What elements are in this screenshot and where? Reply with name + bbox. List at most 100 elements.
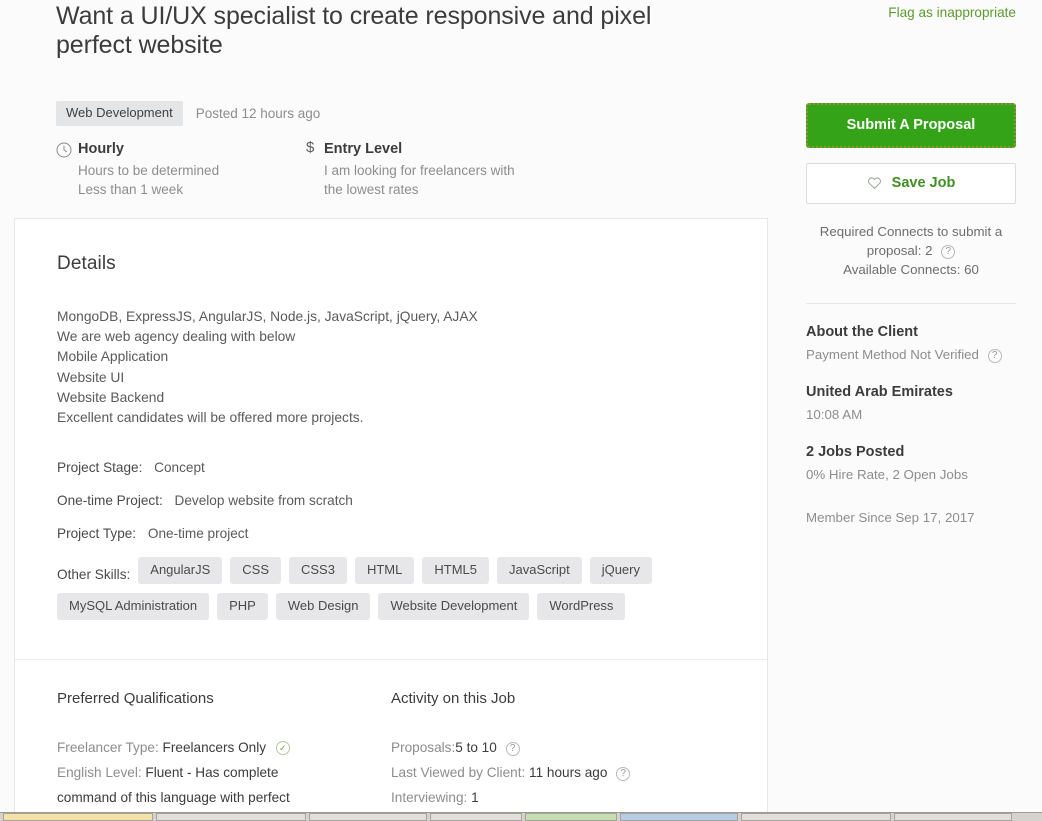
last-viewed-row: Last Viewed by Client: 11 hours ago ?	[391, 760, 725, 785]
interviewing-label: Interviewing:	[391, 790, 467, 805]
description-line: MongoDB, ExpressJS, AngularJS, Node.js, …	[57, 307, 725, 327]
attribute-project-stage: Project Stage: Concept	[57, 458, 725, 477]
last-viewed-value: 11 hours ago	[529, 765, 607, 780]
job-sidebar: Flag as inappropriate Submit A Proposal …	[806, 0, 1016, 527]
client-location-block: United Arab Emirates 10:08 AM	[806, 383, 1016, 424]
client-local-time: 10:08 AM	[806, 405, 1016, 424]
client-hire-rate: 0% Hire Rate, 2 Open Jobs	[806, 465, 1016, 484]
taskbar-item[interactable]	[309, 813, 427, 821]
flag-as-inappropriate-link[interactable]: Flag as inappropriate	[806, 0, 1016, 20]
connects-available: Available Connects: 60	[806, 260, 1016, 279]
skill-tag[interactable]: PHP	[217, 593, 268, 620]
verified-check-icon: ✓	[276, 741, 290, 755]
job-meta-row: Web Development Posted 12 hours ago	[0, 101, 320, 126]
attribute-label: Project Stage:	[57, 460, 142, 475]
skill-tag[interactable]: HTML5	[422, 557, 489, 584]
skill-tag[interactable]: CSS3	[289, 557, 347, 584]
last-viewed-label: Last Viewed by Client:	[391, 765, 525, 780]
attribute-value: One-time project	[148, 526, 248, 541]
category-tag[interactable]: Web Development	[56, 101, 183, 126]
heart-icon	[867, 176, 882, 190]
freelancer-type-label: Freelancer Type:	[57, 740, 159, 755]
taskbar-item[interactable]	[156, 813, 306, 821]
job-facts: Hourly Hours to be determined Less than …	[56, 140, 716, 199]
skill-tag[interactable]: WordPress	[537, 593, 625, 620]
details-heading: Details	[57, 253, 725, 275]
skill-tag[interactable]: CSS	[230, 557, 281, 584]
help-icon[interactable]: ?	[988, 349, 1002, 363]
fact-hourly: Hourly Hours to be determined Less than …	[56, 140, 306, 199]
fact-hourly-body: Hourly Hours to be determined Less than …	[78, 140, 219, 199]
taskbar-item[interactable]	[3, 813, 153, 821]
skill-tag[interactable]: HTML	[355, 557, 414, 584]
description-line: Excellent candidates will be offered mor…	[57, 408, 725, 428]
skill-tag[interactable]: Website Development	[378, 593, 529, 620]
payment-status-text: Payment Method Not Verified	[806, 347, 979, 362]
attribute-one-time-project: One-time Project: Develop website from s…	[57, 491, 725, 510]
fact-level-title: Entry Level	[324, 140, 515, 158]
description-line: Mobile Application	[57, 347, 725, 367]
main-column: Want a UI/UX specialist to create respon…	[0, 0, 790, 60]
connects-required-line2: proposal: 2	[867, 243, 933, 258]
attribute-project-type: Project Type: One-time project	[57, 524, 725, 543]
save-job-button[interactable]: Save Job	[806, 163, 1016, 204]
connects-required-line1: Required Connects to submit a	[806, 222, 1016, 241]
help-icon[interactable]: ?	[506, 742, 520, 756]
payment-status-row: Payment Method Not Verified ?	[806, 345, 1016, 364]
description-line: Website UI	[57, 368, 725, 388]
job-description: MongoDB, ExpressJS, AngularJS, Node.js, …	[57, 307, 725, 428]
fact-experience-level: $ Entry Level I am looking for freelance…	[306, 140, 515, 199]
activity-heading: Activity on this Job	[391, 690, 725, 707]
proposals-value: 5 to 10	[455, 740, 497, 755]
attribute-label: One-time Project:	[57, 493, 163, 508]
help-icon[interactable]: ?	[941, 245, 955, 259]
attribute-value: Develop website from scratch	[175, 493, 353, 508]
interviewing-row: Interviewing: 1	[391, 785, 725, 810]
taskbar-item[interactable]	[430, 813, 522, 821]
os-taskbar	[0, 812, 1042, 821]
taskbar-item[interactable]	[741, 813, 891, 821]
save-job-label: Save Job	[892, 175, 956, 191]
connects-info: Required Connects to submit a proposal: …	[806, 222, 1016, 279]
about-client-heading: About the Client	[806, 323, 1016, 341]
preferred-qualifications-column: Preferred Qualifications Freelancer Type…	[57, 690, 391, 810]
client-jobs-block: 2 Jobs Posted 0% Hire Rate, 2 Open Jobs	[806, 443, 1016, 484]
skill-tag[interactable]: AngularJS	[138, 557, 222, 584]
dollar-icon: $	[306, 140, 324, 156]
freelancer-type-value: Freelancers Only	[163, 740, 267, 755]
fact-hourly-title: Hourly	[78, 140, 219, 158]
english-level-value: Fluent - Has complete	[145, 765, 278, 780]
client-member-since: Member Since Sep 17, 2017	[806, 508, 1016, 527]
skill-tag[interactable]: MySQL Administration	[57, 593, 209, 620]
interviewing-value: 1	[471, 790, 479, 805]
posted-time: Posted 12 hours ago	[196, 106, 321, 121]
fact-level-line2: the lowest rates	[324, 180, 515, 199]
connects-required-line2-wrap: proposal: 2 ?	[806, 241, 1016, 260]
description-line: We are web agency dealing with below	[57, 327, 725, 347]
taskbar-item[interactable]	[894, 813, 1012, 821]
clock-icon	[56, 142, 78, 158]
skill-tag[interactable]: jQuery	[590, 557, 652, 584]
taskbar-item[interactable]	[620, 813, 738, 821]
help-icon[interactable]: ?	[616, 767, 630, 781]
english-level-value-cont: command of this language with perfect	[57, 790, 290, 805]
taskbar-item[interactable]	[525, 813, 617, 821]
other-skills-row: Other Skills: AngularJS CSS CSS3 HTML HT…	[57, 557, 707, 629]
preferred-qualifications-heading: Preferred Qualifications	[57, 690, 391, 707]
skill-tag[interactable]: JavaScript	[497, 557, 582, 584]
freelancer-type-row: Freelancer Type: Freelancers Only ✓	[57, 735, 391, 760]
description-line: Website Backend	[57, 388, 725, 408]
other-skills-label: Other Skills:	[57, 563, 130, 587]
client-jobs-posted: 2 Jobs Posted	[806, 443, 1016, 461]
details-card: Details MongoDB, ExpressJS, AngularJS, N…	[14, 218, 768, 821]
english-level-row: English Level: Fluent - Has complete	[57, 760, 391, 785]
fact-hourly-line2: Less than 1 week	[78, 180, 219, 199]
english-level-row-cont: command of this language with perfect	[57, 785, 391, 810]
fact-level-body: Entry Level I am looking for freelancers…	[324, 140, 515, 199]
sidebar-divider	[806, 303, 1016, 304]
proposals-row: Proposals:5 to 10 ?	[391, 735, 725, 760]
attribute-label: Project Type:	[57, 526, 136, 541]
skill-tag[interactable]: Web Design	[276, 593, 371, 620]
submit-proposal-button[interactable]: Submit A Proposal	[806, 103, 1016, 148]
attribute-value: Concept	[154, 460, 205, 475]
